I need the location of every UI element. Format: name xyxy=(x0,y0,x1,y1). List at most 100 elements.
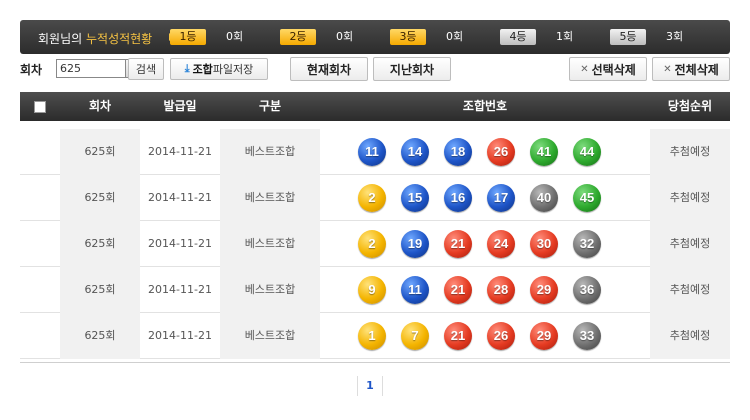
row-checkbox-cell[interactable] xyxy=(20,267,60,313)
table-row[interactable]: 625회 2014-11-21 베스트조합 추첨예정 2 15 16 17 40 45 xyxy=(20,175,730,221)
row-checkbox-cell[interactable] xyxy=(20,175,60,221)
lotto-ball: 45 xyxy=(573,184,601,212)
header-numbers: 조합번호 xyxy=(462,99,508,113)
row-number-balls: 1 7 21 26 29 33 xyxy=(358,322,616,350)
lotto-ball: 11 xyxy=(358,138,386,166)
delete-selected-button[interactable]: ✕ 선택삭제 xyxy=(569,57,647,81)
lotto-ball: 24 xyxy=(487,230,515,258)
table-row[interactable]: 625회 2014-11-21 베스트조합 추첨예정 1 7 21 26 29 33 xyxy=(20,313,730,359)
row-date: 2014-11-21 xyxy=(148,191,212,204)
lotto-ball: 28 xyxy=(487,276,515,304)
row-round: 625회 xyxy=(60,175,140,221)
row-rank: 추첨예정 xyxy=(650,221,730,267)
rank-badge: 4등 xyxy=(500,29,536,45)
save-file-strong: 조합 xyxy=(192,63,213,76)
header-round: 회차 xyxy=(88,99,112,113)
row-type: 베스트조합 xyxy=(220,313,320,359)
search-button[interactable]: 검색 xyxy=(128,58,164,80)
row-type: 베스트조합 xyxy=(220,175,320,221)
lotto-ball: 26 xyxy=(487,138,515,166)
lotto-ball: 9 xyxy=(358,276,386,304)
summary-title-prefix: 회원님의 xyxy=(38,32,86,46)
search-button-label: 검색 xyxy=(135,63,157,76)
close-icon: ✕ xyxy=(580,63,589,75)
row-rank: 추첨예정 xyxy=(650,313,730,359)
round-select-value: 625 xyxy=(60,62,81,75)
summary-title: 회원님의 누적성적현황 xyxy=(38,30,152,47)
save-file-label: 파일저장 xyxy=(212,63,254,76)
row-type: 베스트조합 xyxy=(220,221,320,267)
lotto-ball: 21 xyxy=(444,230,472,258)
row-type: 베스트조합 xyxy=(220,267,320,313)
lotto-ball: 21 xyxy=(444,276,472,304)
lotto-ball: 29 xyxy=(530,322,558,350)
previous-round-label: 지난회차 xyxy=(389,62,435,77)
row-checkbox-cell[interactable] xyxy=(20,313,60,359)
header-rank: 당첨순위 xyxy=(667,99,713,113)
row-date: 2014-11-21 xyxy=(148,283,212,296)
delete-all-button[interactable]: ✕ 전체삭제 xyxy=(652,57,730,81)
row-round: 625회 xyxy=(60,129,140,175)
table-row[interactable]: 625회 2014-11-21 베스트조합 추첨예정 11 14 18 26 41 44 xyxy=(20,129,730,175)
row-rank: 추첨예정 xyxy=(650,175,730,221)
lotto-ball: 14 xyxy=(401,138,429,166)
row-date: 2014-11-21 xyxy=(148,237,212,250)
pagination-current-page[interactable]: 1 xyxy=(357,376,383,396)
score-summary-bar: 회원님의 누적성적현황 1등 0회 2등 0회 3등 0회 4등 1회 5등 3회 xyxy=(20,20,730,54)
lotto-ball: 36 xyxy=(573,276,601,304)
lotto-ball: 44 xyxy=(573,138,601,166)
summary-title-highlight: 누적성적현황 xyxy=(85,32,153,46)
lotto-ball: 15 xyxy=(401,184,429,212)
close-icon: ✕ xyxy=(663,63,672,75)
rank-count: 3회 xyxy=(666,30,684,43)
row-rank: 추첨예정 xyxy=(650,129,730,175)
row-round: 625회 xyxy=(60,267,140,313)
rank-badge: 2등 xyxy=(280,29,316,45)
row-number-balls: 9 11 21 28 29 36 xyxy=(358,276,616,304)
delete-selected-label: 선택삭제 xyxy=(591,62,636,77)
lotto-ball: 40 xyxy=(530,184,558,212)
header-date: 발급일 xyxy=(163,99,197,113)
header-type: 구분 xyxy=(258,99,282,113)
row-checkbox-cell[interactable] xyxy=(20,221,60,267)
lotto-ball: 19 xyxy=(401,230,429,258)
row-number-balls: 2 15 16 17 40 45 xyxy=(358,184,616,212)
lotto-ball: 1 xyxy=(358,322,386,350)
row-number-balls: 11 14 18 26 41 44 xyxy=(358,138,616,166)
lotto-ball: 17 xyxy=(487,184,515,212)
row-type: 베스트조합 xyxy=(220,129,320,175)
current-round-button[interactable]: 현재회차 xyxy=(290,57,368,81)
lotto-ball: 30 xyxy=(530,230,558,258)
lotto-ball: 26 xyxy=(487,322,515,350)
lotto-ball: 2 xyxy=(358,184,386,212)
table-row[interactable]: 625회 2014-11-21 베스트조합 추첨예정 9 11 21 28 29 36 xyxy=(20,267,730,313)
row-round: 625회 xyxy=(60,221,140,267)
round-label: 회차 xyxy=(20,63,43,77)
controls-row: 회차 625 검색 ⤓ 조합 파일저장 현재회차 지난회차 ✕ 선택삭제 ✕ 전… xyxy=(20,57,730,83)
current-round-label: 현재회차 xyxy=(306,62,352,77)
rank-count: 0회 xyxy=(226,30,244,43)
lotto-ball: 16 xyxy=(444,184,472,212)
lotto-ball: 18 xyxy=(444,138,472,166)
rank-count: 0회 xyxy=(336,30,354,43)
save-file-button[interactable]: ⤓ 조합 파일저장 xyxy=(170,58,268,80)
delete-all-label: 전체삭제 xyxy=(674,62,719,77)
row-rank: 추첨예정 xyxy=(650,267,730,313)
table-bottom-border xyxy=(20,362,730,363)
previous-round-button[interactable]: 지난회차 xyxy=(373,57,451,81)
lotto-ball: 11 xyxy=(401,276,429,304)
row-date: 2014-11-21 xyxy=(148,329,212,342)
combination-table: 회차 발급일 구분 조합번호 당첨순위 625회 2014-11-21 베스트조합 추… xyxy=(20,92,730,359)
select-all-checkbox[interactable] xyxy=(34,101,46,113)
lotto-ball: 32 xyxy=(573,230,601,258)
row-number-balls: 2 19 21 24 30 32 xyxy=(358,230,616,258)
lotto-ball: 33 xyxy=(573,322,601,350)
rank-badge: 3등 xyxy=(390,29,426,45)
download-icon: ⤓ xyxy=(184,62,190,75)
row-checkbox-cell[interactable] xyxy=(20,129,60,175)
rank-badge: 5등 xyxy=(610,29,646,45)
table-row[interactable]: 625회 2014-11-21 베스트조합 추첨예정 2 19 21 24 30 32 xyxy=(20,221,730,267)
lotto-ball: 7 xyxy=(401,322,429,350)
rank-count: 0회 xyxy=(446,30,464,43)
row-date: 2014-11-21 xyxy=(148,145,212,158)
